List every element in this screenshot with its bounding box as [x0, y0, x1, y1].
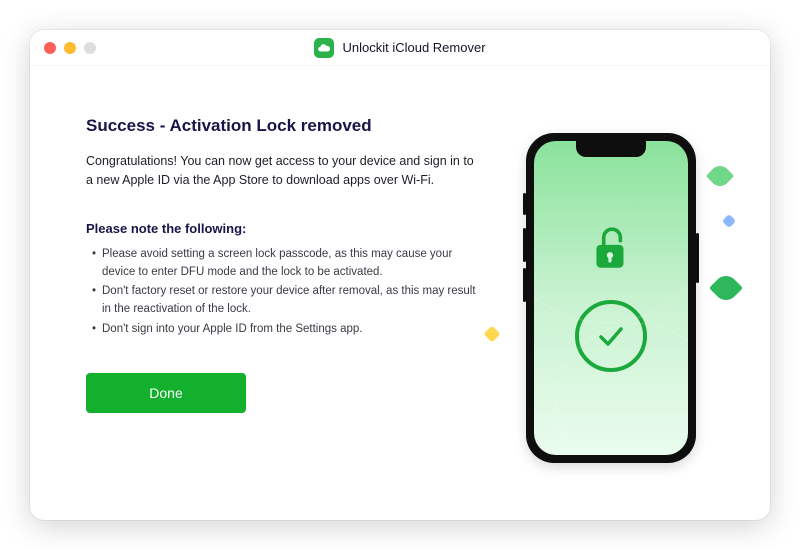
close-window-button[interactable] [44, 42, 56, 54]
titlebar: Unlockit iCloud Remover [30, 30, 770, 66]
window-controls [30, 42, 96, 54]
title-center: Unlockit iCloud Remover [30, 38, 770, 58]
note-item: Don't sign into your Apple ID from the S… [92, 321, 476, 339]
page-heading: Success - Activation Lock removed [86, 116, 476, 136]
minimize-window-button[interactable] [64, 42, 76, 54]
note-item: Don't factory reset or restore your devi… [92, 283, 476, 319]
sparkle-icon [722, 214, 736, 228]
phone-screen [534, 141, 688, 455]
content-area: Success - Activation Lock removed Congra… [30, 66, 770, 520]
note-item: Please avoid setting a screen lock passc… [92, 246, 476, 282]
note-heading: Please note the following: [86, 221, 476, 236]
sparkle-icon [706, 162, 734, 190]
app-cloud-icon [314, 38, 334, 58]
illustration-panel [496, 116, 726, 480]
intro-text: Congratulations! You can now get access … [86, 152, 476, 191]
app-title: Unlockit iCloud Remover [342, 40, 485, 55]
maximize-window-button[interactable] [84, 42, 96, 54]
app-window: Unlockit iCloud Remover Success - Activa… [30, 30, 770, 520]
unlock-icon [589, 224, 633, 274]
done-button[interactable]: Done [86, 373, 246, 413]
success-check-icon [575, 300, 647, 372]
sparkle-icon [709, 271, 743, 305]
notes-list: Please avoid setting a screen lock passc… [86, 246, 476, 339]
phone-illustration [526, 133, 696, 463]
left-panel: Success - Activation Lock removed Congra… [86, 116, 496, 480]
